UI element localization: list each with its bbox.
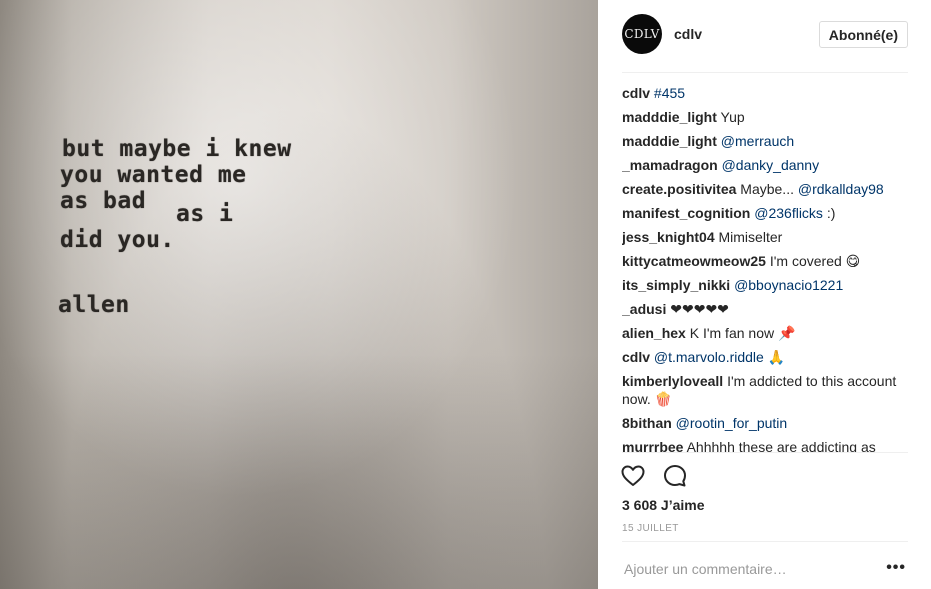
comment-username[interactable]: cdlv <box>622 85 650 101</box>
comment-text: I'm covered 😋 <box>769 253 861 269</box>
comment-username[interactable]: _adusi <box>622 301 666 317</box>
post-actions: 3 608 J’aime 15 JUILLET <box>620 452 908 542</box>
typed-line: as i <box>176 201 234 227</box>
comment-item: madddie_light Yup <box>622 108 914 126</box>
comment-username[interactable]: 8bithan <box>622 415 672 431</box>
comment-item: 8bithan @rootin_for_putin <box>622 414 914 432</box>
comment-username[interactable]: jess_knight04 <box>622 229 715 245</box>
more-options-icon[interactable]: ••• <box>886 560 906 576</box>
typed-line: but maybe i knew <box>62 136 292 162</box>
comment-username[interactable]: its_simply_nikki <box>622 277 730 293</box>
comment-icon[interactable] <box>662 463 688 489</box>
comment-list[interactable]: cdlv #455 madddie_light Yup madddie_light … <box>622 84 914 452</box>
comment-mention-link[interactable]: @danky_danny <box>722 157 820 173</box>
comment-item: its_simply_nikki @bboynacio1221 <box>622 276 914 294</box>
typed-line: did you. <box>60 227 175 253</box>
comment-item: _mamadragon @danky_danny <box>622 156 914 174</box>
comment-text: :) <box>826 205 836 221</box>
comment-item: _adusi ❤❤❤❤❤ <box>622 300 914 318</box>
comment-item: alien_hex K I'm fan now 📌 <box>622 324 914 342</box>
comment-username[interactable]: madddie_light <box>622 133 717 149</box>
comment-mention-link[interactable]: @236flicks <box>754 205 823 221</box>
comment-item: manifest_cognition @236flicks :) <box>622 204 914 222</box>
comment-item: cdlv #455 <box>622 84 914 102</box>
comment-input[interactable]: Ajouter un commentaire… <box>624 561 787 577</box>
comment-text: K I'm fan now 📌 <box>689 325 796 341</box>
comment-item: murrrbee Ahhhhh these are addicting as <box>622 438 914 452</box>
comment-text: Mimiselter <box>718 229 783 245</box>
comment-mention-link[interactable]: @bboynacio1221 <box>734 277 843 293</box>
comment-username[interactable]: create.positivitea <box>622 181 736 197</box>
post-header: CDLV cdlv Abonné(e) <box>622 0 908 73</box>
comment-text: ❤❤❤❤❤ <box>670 301 729 317</box>
comment-item: cdlv @t.marvolo.riddle 🙏 <box>622 348 914 366</box>
comment-text: Ahhhhh these are addicting as <box>686 439 876 452</box>
comment-username[interactable]: manifest_cognition <box>622 205 750 221</box>
post-photo: but maybe i knew you wanted me as bad as… <box>0 0 598 589</box>
typed-line: as bad <box>60 188 147 214</box>
comment-mention-link[interactable]: #455 <box>654 85 685 101</box>
comment-mention-link[interactable]: @t.marvolo.riddle <box>654 349 764 365</box>
comment-text: Maybe... <box>740 181 794 197</box>
comment-item: kittycatmeowmeow25 I'm covered 😋 <box>622 252 914 270</box>
comment-text: 🙏 <box>767 349 786 365</box>
comment-mention-link[interactable]: @rdkallday98 <box>798 181 884 197</box>
comment-item: create.positivitea Maybe... @rdkallday98 <box>622 180 914 198</box>
comment-item: kimberlyloveall I'm addicted to this acc… <box>622 372 914 408</box>
comment-mention-link[interactable]: @merrauch <box>721 133 794 149</box>
comment-username[interactable]: murrrbee <box>622 439 683 452</box>
typed-signature: allen <box>58 292 130 318</box>
comment-item: jess_knight04 Mimiselter <box>622 228 914 246</box>
comment-username[interactable]: madddie_light <box>622 109 717 125</box>
likes-count[interactable]: 3 608 J’aime <box>622 497 705 513</box>
comment-username[interactable]: kittycatmeowmeow25 <box>622 253 766 269</box>
add-comment-bar: Ajouter un commentaire… ••• <box>622 541 908 589</box>
comment-username[interactable]: _mamadragon <box>622 157 718 173</box>
heart-icon[interactable] <box>620 463 646 489</box>
comment-text: Yup <box>720 109 745 125</box>
username-link[interactable]: cdlv <box>674 26 702 42</box>
post-date: 15 JUILLET <box>622 523 679 534</box>
post-side-panel: CDLV cdlv Abonné(e) cdlv #455 madddie_lig… <box>598 0 931 589</box>
comment-username[interactable]: cdlv <box>622 349 650 365</box>
comment-mention-link[interactable]: @rootin_for_putin <box>676 415 788 431</box>
comment-username[interactable]: kimberlyloveall <box>622 373 723 389</box>
avatar[interactable]: CDLV <box>622 14 662 54</box>
following-button[interactable]: Abonné(e) <box>818 21 908 48</box>
typed-line: you wanted me <box>60 162 247 188</box>
comment-username[interactable]: alien_hex <box>622 325 686 341</box>
comment-item: madddie_light @merrauch <box>622 132 914 150</box>
